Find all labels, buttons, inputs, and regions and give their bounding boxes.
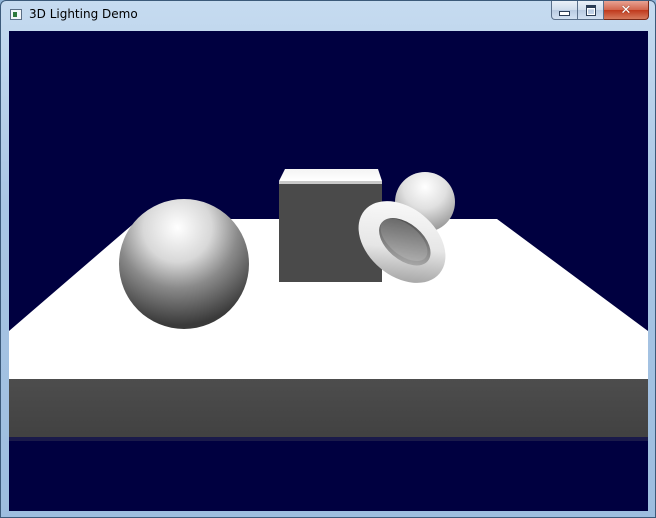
close-button[interactable]: ✕ bbox=[604, 1, 649, 20]
minimize-icon bbox=[559, 11, 570, 16]
minimize-button[interactable] bbox=[551, 1, 578, 20]
cube-top bbox=[279, 169, 382, 181]
app-window: 3D Lighting Demo ✕ bbox=[0, 0, 656, 518]
app-window-icon[interactable] bbox=[10, 9, 22, 20]
close-icon: ✕ bbox=[620, 2, 632, 18]
table-top-front bbox=[9, 331, 648, 379]
table-edge-shadow bbox=[9, 437, 648, 441]
maximize-icon bbox=[585, 4, 596, 16]
render-viewport[interactable] bbox=[9, 31, 648, 511]
table-front-face bbox=[9, 379, 648, 439]
sphere bbox=[119, 199, 249, 329]
caption-buttons: ✕ bbox=[551, 1, 649, 21]
maximize-button[interactable] bbox=[578, 1, 604, 20]
title-bar[interactable]: 3D Lighting Demo ✕ bbox=[1, 1, 655, 28]
window-title: 3D Lighting Demo bbox=[29, 7, 138, 21]
scene-canvas bbox=[9, 31, 648, 511]
